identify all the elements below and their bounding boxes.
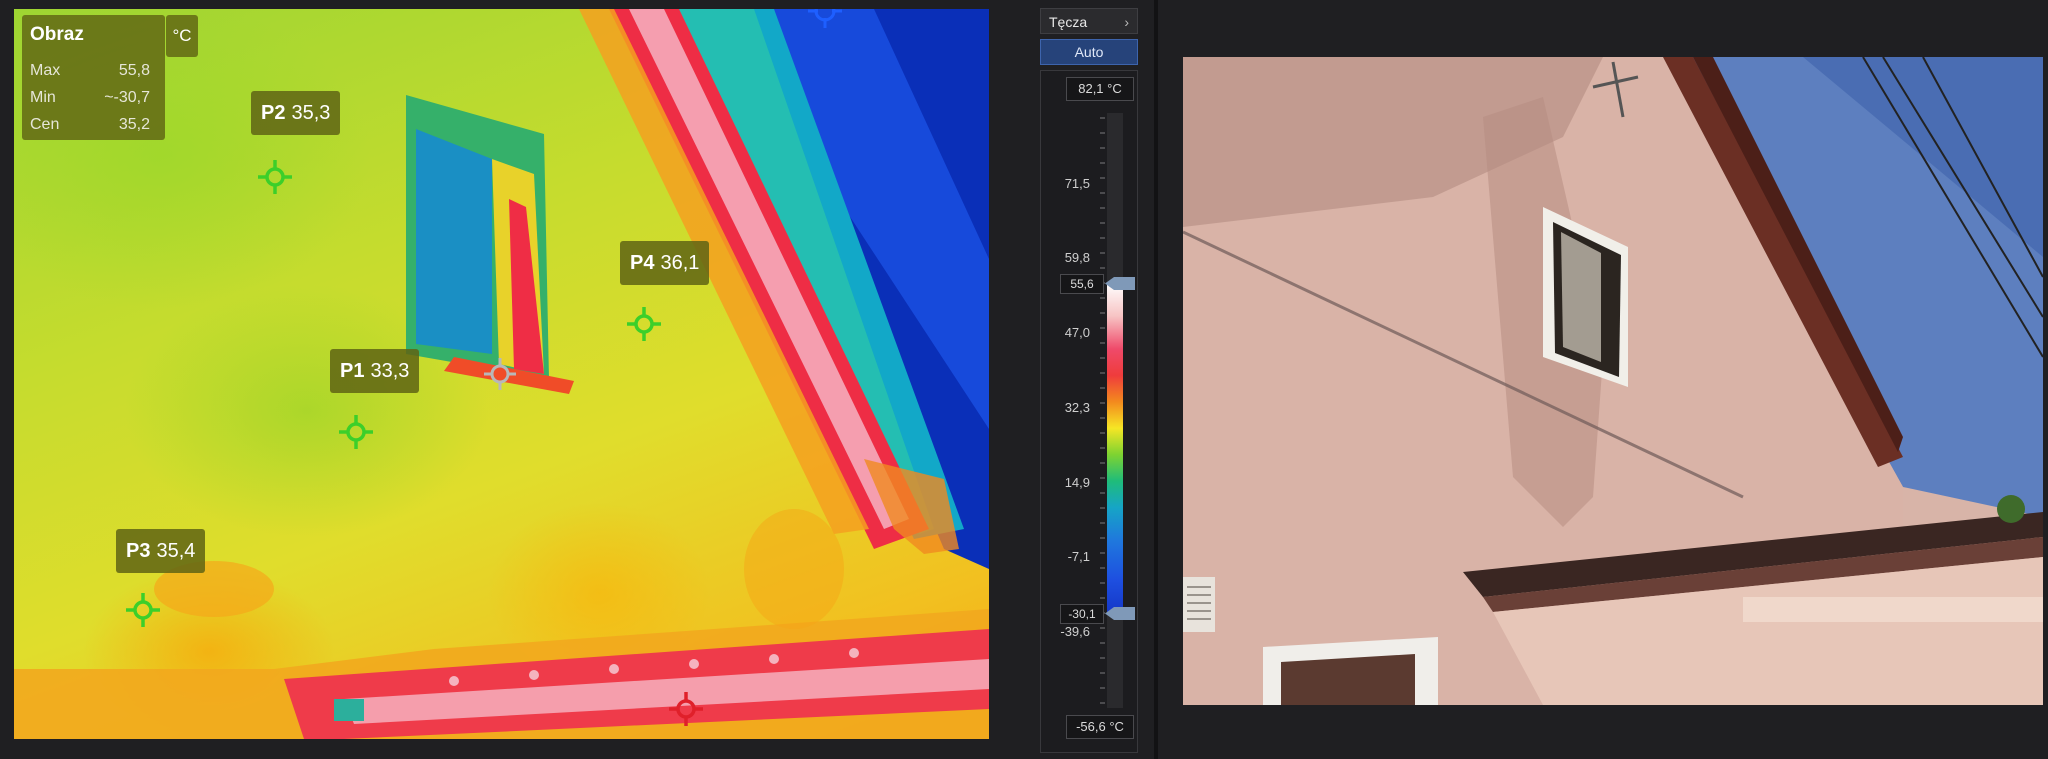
center-marker-icon[interactable] — [480, 354, 520, 394]
lower-range-value: -30,1 — [1060, 604, 1104, 624]
photo-scene — [1183, 57, 2043, 705]
scale-max-input[interactable]: 82,1 °C — [1066, 77, 1134, 101]
scale-tick: 71,5 — [1064, 176, 1090, 191]
scale-tick: 14,9 — [1064, 475, 1090, 490]
image-stats-panel: Obraz Max 55,8 Min ~-30,7 Cen 35,2 — [22, 15, 165, 140]
point-label-p3[interactable]: P3 35,4 — [116, 529, 206, 573]
stats-title: Obraz — [30, 24, 84, 45]
auto-range-button[interactable]: Auto — [1040, 39, 1138, 65]
upper-range-value: 55,6 — [1060, 274, 1104, 294]
scale-tick: -7,1 — [1067, 549, 1090, 564]
point-label-p4[interactable]: P4 36,1 — [620, 241, 710, 285]
point-marker-p2-icon[interactable] — [255, 157, 295, 197]
scale-tick: -39,6 — [1060, 624, 1090, 639]
visual-photo[interactable] — [1183, 57, 2043, 705]
point-marker-p4-icon[interactable] — [624, 304, 664, 344]
palette-selected-label: Tęcza — [1049, 14, 1088, 30]
palette-selector[interactable]: Tęcza › — [1040, 8, 1138, 34]
chevron-right-icon: › — [1124, 14, 1129, 30]
scale-tick: 59,8 — [1064, 250, 1090, 265]
panel-divider[interactable] — [1154, 0, 1158, 759]
unit-badge[interactable]: °C — [166, 15, 198, 57]
scale-min-input[interactable]: -56,6 °C — [1066, 715, 1134, 739]
point-label-p1[interactable]: P1 33,3 — [330, 349, 420, 393]
point-marker-p3-icon[interactable] — [123, 590, 163, 630]
point-label-p2[interactable]: P2 35,3 — [251, 91, 341, 135]
scale-tick: 32,3 — [1064, 400, 1090, 415]
scale-tick: 47,0 — [1064, 325, 1090, 340]
color-palette-bar — [1107, 283, 1123, 613]
coldest-spot-marker-icon[interactable] — [805, 9, 845, 31]
thermal-image[interactable]: P2 35,3 P4 36,1 P1 33,3 P3 35,4 Obraz Max 55… — [14, 9, 989, 739]
point-marker-p1-icon[interactable] — [336, 412, 376, 452]
hottest-spot-marker-icon[interactable] — [666, 689, 706, 729]
